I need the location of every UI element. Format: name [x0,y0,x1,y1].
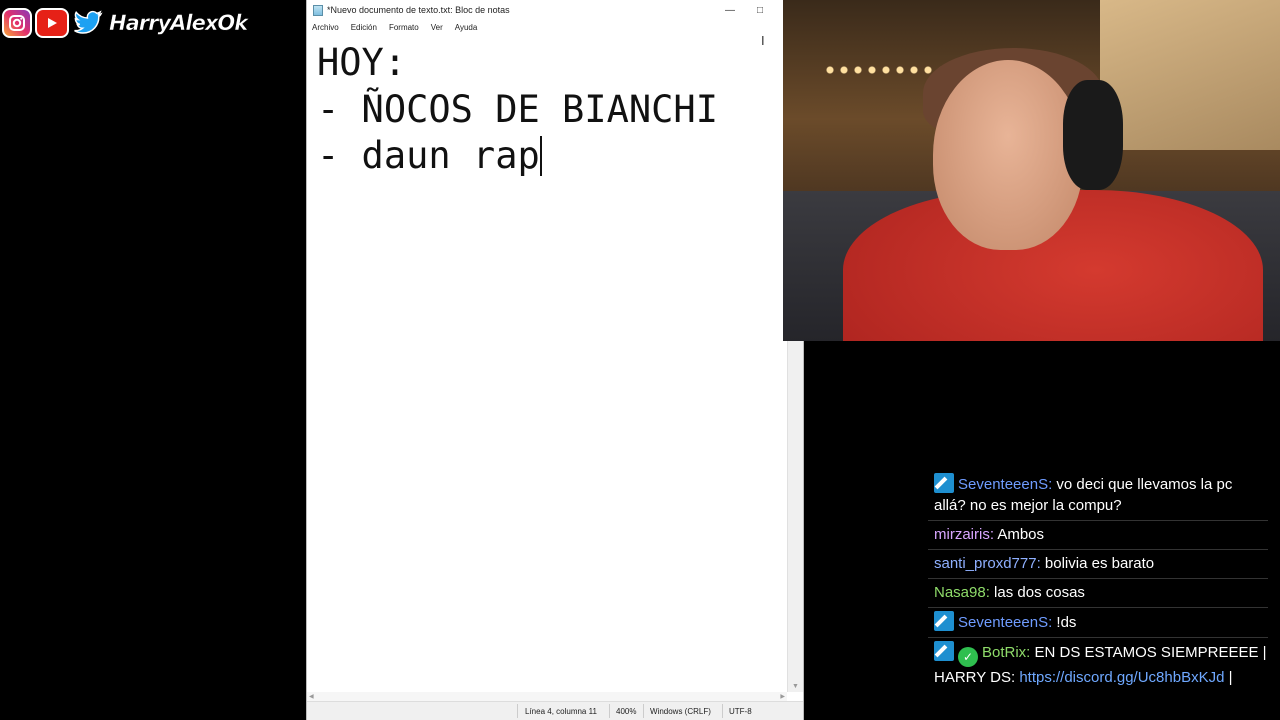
chat-text-suffix: | [1224,669,1233,686]
chat-username: Nasa98: [934,584,990,601]
chat-message: ✓ BotRix: EN DS ESTAMOS SIEMPREEEE | HARR… [928,638,1268,692]
moderator-badge-icon [934,611,954,631]
social-bar: HarryAlexOk [2,6,249,40]
notepad-window[interactable]: *Nuevo documento de texto.txt: Bloc de n… [306,0,804,720]
editor-line: - ÑOCOS DE BIANCHI [317,87,718,131]
chat-link[interactable]: https://discord.gg/Uc8hbBxKJd [1019,669,1224,686]
editor-line-text: - daun rap [317,134,540,177]
moderator-badge-icon [934,473,954,493]
minimize-icon: — [725,4,735,16]
ibeam-cursor-icon: I [761,33,765,48]
webcam-headset [1063,80,1123,190]
twitter-icon [72,8,104,38]
chat-message: mirzairis: Ambos [928,521,1268,550]
horizontal-scrollbar[interactable]: ◀ ▶ [307,692,787,701]
chat-text: Ambos [994,526,1045,543]
scroll-left-icon[interactable]: ◀ [309,693,314,700]
chat-text: !ds [1052,614,1077,631]
status-separator [722,704,723,718]
text-caret [539,136,542,176]
status-bar: Línea 4, columna 11 400% Windows (CRLF) … [307,701,803,720]
instagram-icon [2,8,32,38]
encoding: UTF-8 [729,707,752,716]
chat-username: BotRix: [982,644,1031,661]
zoom-level: 400% [616,707,637,716]
status-separator [517,704,518,718]
window-title: *Nuevo documento de texto.txt: Bloc de n… [327,5,510,15]
maximize-button[interactable]: □ [745,0,775,20]
scroll-right-icon[interactable]: ▶ [780,693,785,700]
editor-line: HOY: [317,41,407,84]
line-ending: Windows (CRLF) [650,707,711,716]
chat-username: mirzairis: [934,526,994,543]
menu-archivo[interactable]: Archivo [312,23,339,32]
chat-username: santi_proxd777: [934,555,1041,572]
chat-message: Nasa98: las dos cosas [928,579,1268,608]
menu-formato[interactable]: Formato [389,23,419,32]
menu-edicion[interactable]: Edición [351,23,377,32]
verified-badge-icon: ✓ [958,647,978,667]
webcam-streamer-face [933,60,1083,250]
youtube-icon [35,8,69,38]
text-editor[interactable]: HOY: - ÑOCOS DE BIANCHI - daun rap [307,34,787,692]
chat-text: bolivia es barato [1040,555,1155,572]
webcam-string-lights [823,60,943,80]
minimize-button[interactable]: — [715,0,745,20]
editor-line: - daun rap [317,133,777,180]
chat-message: SeventeeenS: !ds [928,608,1268,638]
menu-bar: Archivo Edición Formato Ver Ayuda [307,20,803,34]
webcam-feed [783,0,1280,341]
channel-handle: HarryAlexOk [109,11,249,36]
maximize-icon: □ [756,4,764,16]
menu-ayuda[interactable]: Ayuda [455,23,478,32]
webcam-background-wall [1100,0,1280,150]
chat-username: SeventeeenS: [958,614,1053,631]
chat-overlay: SeventeeenS: vo deci que llevamos la pc … [928,470,1268,692]
status-separator [609,704,610,718]
chat-message: SeventeeenS: vo deci que llevamos la pc … [928,470,1268,521]
chat-username: SeventeeenS: [958,476,1053,493]
cursor-position: Línea 4, columna 11 [525,707,597,716]
status-separator [643,704,644,718]
moderator-badge-icon [934,641,954,661]
chat-text: las dos cosas [989,584,1085,601]
scroll-down-icon[interactable]: ▼ [792,683,799,690]
notepad-icon [313,4,323,16]
chat-message: santi_proxd777: bolivia es barato [928,550,1268,579]
menu-ver[interactable]: Ver [431,23,443,32]
